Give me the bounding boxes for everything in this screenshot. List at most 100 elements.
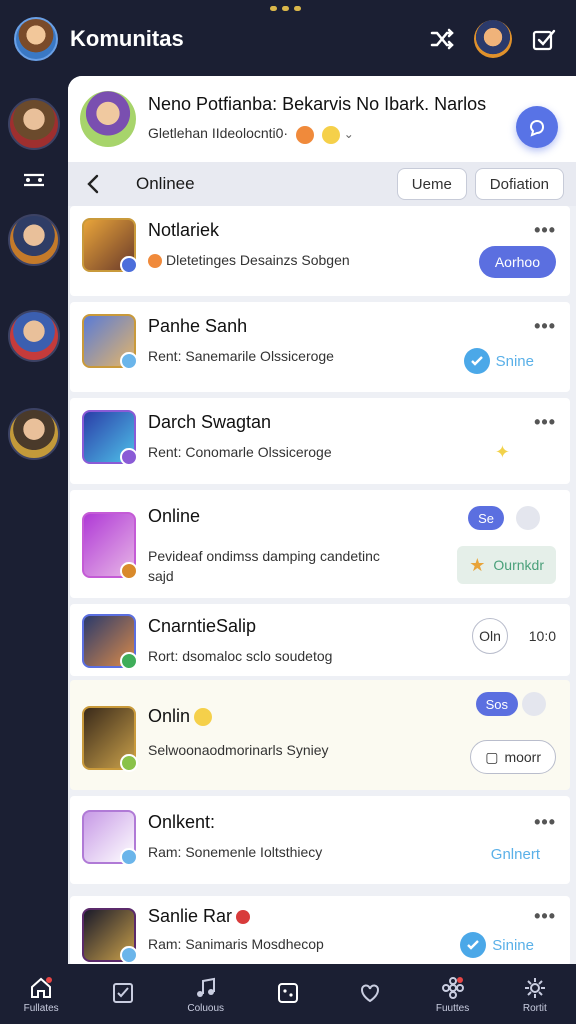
contact-avatar — [82, 810, 138, 866]
home-icon — [28, 975, 54, 1001]
more-icon[interactable]: ••• — [534, 812, 556, 833]
contact-avatar — [82, 706, 138, 772]
nav-label: Rortit — [522, 1002, 547, 1014]
contact-name: Online — [148, 506, 201, 526]
status-tag: Snine — [495, 352, 534, 370]
status-tag: Gnlnert — [490, 846, 540, 863]
bottom-nav: Fullates Coluous Fuuttes Rortit — [0, 964, 576, 1024]
chevron-down-icon: ⌄ — [343, 127, 354, 142]
contact-name: Sanlie Rar — [148, 906, 233, 926]
emoji-icon — [148, 254, 162, 269]
banner-subtitle: Gletlehan IIdeolocnti0· — [148, 125, 289, 142]
contact-name: CnarntieSalip — [148, 616, 257, 636]
contact-card[interactable]: Sanlie Rar Ram: Sanimaris Mosdhecop ••• … — [70, 896, 570, 964]
contact-name: Onlkent: — [148, 812, 216, 832]
action-button[interactable]: Aorhoo — [478, 246, 556, 278]
contact-status: Ram: Sanimaris Mosdhecop — [148, 936, 324, 952]
contact-status: Pevideaf ondimss damping candetinc — [148, 548, 380, 564]
star-icon: ★ — [469, 554, 486, 575]
lock-icon: ▢ — [485, 748, 499, 765]
check-icon — [463, 348, 490, 374]
checklist-icon — [110, 980, 136, 1006]
verified-badge-icon — [120, 946, 138, 964]
rail-avatar[interactable] — [8, 310, 60, 362]
contact-card[interactable]: CnarntieSalip Rort: dsomaloc sclo soudet… — [70, 604, 570, 676]
contact-status: Ram: Sonemenle Ioltsthiecy — [148, 844, 323, 860]
nav-favorites[interactable] — [338, 980, 402, 1008]
compose-icon[interactable] — [526, 21, 562, 57]
contact-card[interactable]: Onlkent: Ram: Sonemenle Ioltsthiecy ••• … — [70, 796, 570, 884]
shuffle-icon[interactable] — [424, 21, 460, 57]
contact-avatar — [82, 410, 138, 466]
verified-badge-icon — [120, 256, 138, 274]
nav-tasks[interactable] — [91, 980, 155, 1008]
verified-badge-icon — [120, 448, 138, 466]
status-pill[interactable]: Se — [468, 506, 504, 530]
mute-icon[interactable] — [516, 506, 540, 530]
verified-badge-icon — [120, 562, 138, 580]
contact-status-2: sajd — [148, 568, 174, 584]
user-avatar[interactable] — [14, 17, 58, 61]
contact-status: Rent: Sanemarile Olssiceroge — [148, 348, 334, 364]
nav-music[interactable]: Coluous — [174, 975, 238, 1014]
action-button[interactable]: Ournkdr — [493, 557, 544, 573]
emoji-icon — [295, 125, 314, 144]
featured-banner[interactable]: Neno Potfianba: Bekarvis No Ibark. Narlo… — [68, 76, 576, 162]
emoji-icon — [194, 708, 213, 727]
verified-badge-icon — [120, 652, 138, 670]
nav-label: Fuuttes — [435, 1002, 470, 1014]
contact-card[interactable]: Onlin Selwoonaodmorinarls Syniey Sos ▢ mo… — [70, 680, 570, 790]
verified-badge-icon — [120, 754, 138, 772]
contact-avatar — [82, 314, 138, 370]
verified-badge-icon — [120, 848, 138, 866]
music-icon — [193, 975, 219, 1001]
contact-name: Panhe Sanh — [148, 316, 248, 336]
more-icon[interactable]: ••• — [534, 220, 556, 241]
filter-pill[interactable]: Ueme — [396, 168, 467, 200]
nav-games[interactable] — [256, 980, 320, 1008]
more-icon[interactable]: ••• — [534, 316, 556, 337]
heart-icon — [357, 980, 383, 1006]
shuffle-icon[interactable] — [20, 170, 48, 190]
rail-avatar[interactable] — [8, 408, 60, 460]
verified-badge-icon — [120, 352, 138, 370]
top-bar: Komunitas — [0, 0, 576, 78]
nav-home[interactable]: Fullates — [9, 975, 73, 1014]
more-icon[interactable]: ••• — [534, 906, 556, 927]
rail-avatar[interactable] — [8, 214, 60, 266]
timestamp: 10:0 — [528, 628, 556, 644]
contact-card[interactable]: Online Pevideaf ondimss damping candetin… — [70, 490, 570, 598]
chat-fab-button[interactable] — [516, 106, 558, 148]
sparkle-icon: ✦ — [494, 442, 510, 462]
contact-name: Onlin — [148, 706, 191, 726]
contact-card[interactable]: Panhe Sanh Rent: Sanemarile Olssiceroge … — [70, 302, 570, 392]
nav-profile[interactable]: Rortit — [503, 975, 567, 1014]
status-tag: Sinine — [492, 936, 534, 954]
status-pill[interactable]: Sos — [475, 692, 518, 716]
action-button[interactable]: moorr — [504, 749, 541, 765]
more-icon[interactable]: ••• — [534, 412, 556, 433]
mute-icon[interactable] — [522, 692, 546, 716]
clock-button[interactable]: Oln — [472, 618, 508, 654]
contact-status: Dletetinges Desainzs Sobgen — [166, 252, 350, 268]
nav-label: Coluous — [187, 1002, 225, 1014]
nav-label: Fullates — [23, 1002, 59, 1014]
profile-avatar[interactable] — [474, 20, 512, 58]
dice-icon — [275, 980, 301, 1006]
contact-card[interactable]: Darch Swagtan Rent: Conomarle Olssicerog… — [70, 398, 570, 484]
contact-avatar — [82, 614, 138, 670]
section-header: Onlinee Ueme Dofiation — [68, 162, 576, 206]
flower-icon — [440, 975, 466, 1001]
contact-avatar — [82, 908, 138, 964]
nav-features[interactable]: Fuuttes — [421, 975, 485, 1014]
app-title: Komunitas — [70, 26, 184, 51]
back-icon[interactable] — [80, 171, 106, 197]
community-panel: Neno Potfianba: Bekarvis No Ibark. Narlo… — [68, 76, 576, 964]
alert-icon — [236, 910, 251, 925]
side-rail — [0, 78, 68, 964]
banner-avatar — [80, 91, 136, 147]
rail-avatar[interactable] — [8, 98, 60, 150]
section-title: Onlinee — [136, 174, 195, 193]
filter-pill[interactable]: Dofiation — [474, 168, 564, 200]
contact-card[interactable]: Notlariek Dletetinges Desainzs Sobgen ••… — [70, 206, 570, 296]
